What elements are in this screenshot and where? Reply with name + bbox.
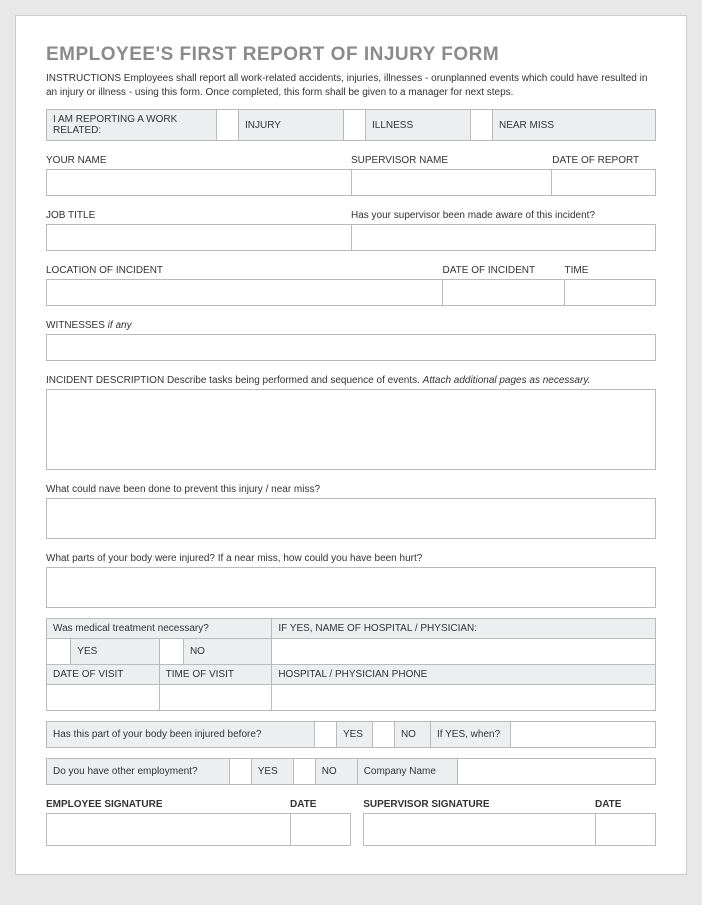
- input-hospital-phone[interactable]: [272, 685, 656, 711]
- input-date-incident[interactable]: [442, 280, 564, 306]
- check-prior-yes[interactable]: [314, 722, 336, 748]
- input-date-visit[interactable]: [47, 685, 160, 711]
- form-page: EMPLOYEE'S FIRST REPORT OF INJURY FORM I…: [15, 15, 687, 875]
- instructions-text: INSTRUCTIONS Employees shall report all …: [46, 72, 656, 99]
- reporting-type-row: I AM REPORTING A WORK RELATED: INJURY IL…: [46, 109, 656, 141]
- label-date-report: DATE OF REPORT: [552, 151, 656, 169]
- input-prevention[interactable]: [47, 499, 656, 539]
- label-location: LOCATION OF INCIDENT: [46, 261, 443, 279]
- input-date-report[interactable]: [552, 170, 656, 196]
- check-prior-no[interactable]: [372, 722, 394, 748]
- instructions-label: INSTRUCTIONS: [46, 73, 121, 84]
- input-job-title[interactable]: [47, 225, 352, 251]
- label-employment-yes: YES: [251, 759, 293, 785]
- label-employment-q: Do you have other employment?: [47, 759, 230, 785]
- label-date-1: DATE: [290, 795, 351, 813]
- check-injury[interactable]: [217, 110, 239, 141]
- label-employment-no: NO: [315, 759, 357, 785]
- label-hospital-name: IF YES, NAME OF HOSPITAL / PHYSICIAN:: [272, 619, 656, 639]
- form-title: EMPLOYEE'S FIRST REPORT OF INJURY FORM: [46, 44, 656, 66]
- label-company-name: Company Name: [357, 759, 457, 785]
- check-employment-no[interactable]: [293, 759, 315, 785]
- check-nearmiss[interactable]: [471, 110, 493, 141]
- option-injury: INJURY: [239, 110, 344, 141]
- input-incident-desc[interactable]: [47, 390, 656, 470]
- label-medical-no: NO: [183, 639, 271, 665]
- label-prior-yes: YES: [336, 722, 372, 748]
- input-supervisor-name[interactable]: [351, 170, 552, 196]
- option-nearmiss: NEAR MISS: [493, 110, 656, 141]
- input-date-1[interactable]: [290, 814, 351, 846]
- input-body-parts[interactable]: [47, 568, 656, 608]
- input-hospital-name[interactable]: [272, 639, 656, 665]
- input-your-name[interactable]: [47, 170, 352, 196]
- label-prior-no: NO: [394, 722, 430, 748]
- label-body-parts: What parts of your body were injured? If…: [46, 549, 656, 567]
- label-hospital-phone: HOSPITAL / PHYSICIAN PHONE: [272, 665, 656, 685]
- label-your-name: YOUR NAME: [46, 151, 351, 169]
- label-date-2: DATE: [595, 795, 656, 813]
- label-prevention: What could nave been done to prevent thi…: [46, 480, 656, 498]
- input-witnesses[interactable]: [47, 335, 656, 361]
- input-employee-sig[interactable]: [47, 814, 291, 846]
- label-date-visit: DATE OF VISIT: [47, 665, 160, 685]
- check-employment-yes[interactable]: [229, 759, 251, 785]
- input-time[interactable]: [564, 280, 655, 306]
- input-supervisor-aware[interactable]: [351, 225, 656, 251]
- label-supervisor-name: SUPERVISOR NAME: [351, 151, 552, 169]
- label-medical-yes: YES: [71, 639, 159, 665]
- input-prior-when[interactable]: [510, 722, 655, 748]
- name-row: YOUR NAME SUPERVISOR NAME DATE OF REPORT: [46, 151, 656, 169]
- prior-injury-row: Has this part of your body been injured …: [46, 721, 656, 748]
- label-supervisor-aware: Has your supervisor been made aware of t…: [351, 206, 656, 224]
- option-illness: ILLNESS: [366, 110, 471, 141]
- input-location[interactable]: [47, 280, 443, 306]
- check-medical-no[interactable]: [159, 639, 183, 665]
- label-medical-necessary: Was medical treatment necessary?: [47, 619, 272, 639]
- label-supervisor-sig: SUPERVISOR SIGNATURE: [363, 795, 595, 813]
- check-medical-yes[interactable]: [47, 639, 71, 665]
- label-incident-desc: INCIDENT DESCRIPTION Describe tasks bein…: [46, 371, 656, 389]
- label-employee-sig: EMPLOYEE SIGNATURE: [46, 795, 290, 813]
- reporting-label: I AM REPORTING A WORK RELATED:: [47, 110, 217, 141]
- label-date-incident: DATE OF INCIDENT: [443, 261, 565, 279]
- label-time-visit: TIME OF VISIT: [159, 665, 272, 685]
- label-prior-q: Has this part of your body been injured …: [47, 722, 315, 748]
- other-employment-row: Do you have other employment? YES NO Com…: [46, 758, 656, 785]
- check-illness[interactable]: [344, 110, 366, 141]
- label-witnesses: WITNESSES if any: [46, 316, 656, 334]
- label-time: TIME: [565, 261, 657, 279]
- input-time-visit[interactable]: [159, 685, 272, 711]
- label-prior-when: If YES, when?: [430, 722, 510, 748]
- input-date-2[interactable]: [595, 814, 655, 846]
- input-company-name[interactable]: [457, 759, 655, 785]
- medical-block: Was medical treatment necessary? IF YES,…: [46, 618, 656, 711]
- input-supervisor-sig[interactable]: [364, 814, 595, 846]
- label-job-title: JOB TITLE: [46, 206, 351, 224]
